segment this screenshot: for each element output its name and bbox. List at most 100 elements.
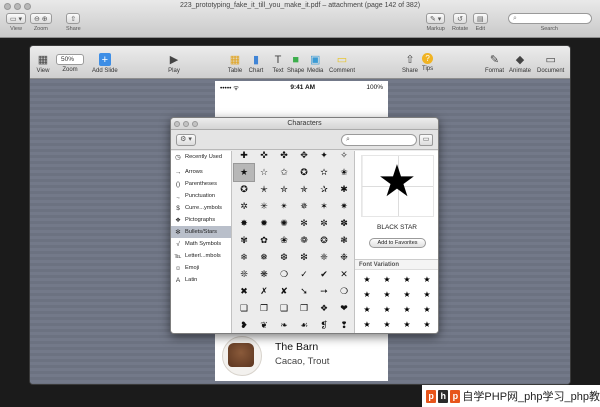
- category-item[interactable]: A Latin: [171, 274, 231, 286]
- kt-document-button[interactable]: ▭ Document: [537, 53, 564, 74]
- font-variation-glyph[interactable]: ★: [357, 302, 377, 317]
- glyph-cell[interactable]: ✰: [314, 181, 334, 198]
- glyph-cell[interactable]: ✦: [314, 147, 334, 164]
- glyph-cell[interactable]: ❦: [254, 317, 274, 333]
- glyph-cell[interactable]: ✾: [234, 232, 254, 249]
- glyph-cell[interactable]: ✗: [254, 283, 274, 300]
- glyph-cell[interactable]: ❂: [314, 232, 334, 249]
- glyph-cell[interactable]: ✖: [234, 283, 254, 300]
- preview-edit-button[interactable]: ▤ Edit: [473, 13, 488, 32]
- glyph-cell[interactable]: ❡: [314, 317, 334, 333]
- kt-text-button[interactable]: T Text: [270, 53, 286, 75]
- font-variation-glyph[interactable]: ★: [397, 272, 417, 287]
- glyph-cell[interactable]: ✺: [274, 215, 294, 232]
- font-variation-glyph[interactable]: ★: [377, 287, 397, 302]
- glyph-cell[interactable]: ✿: [254, 232, 274, 249]
- glyph-cell[interactable]: ✘: [274, 283, 294, 300]
- glyph-cell[interactable]: ❑: [274, 300, 294, 317]
- category-item[interactable]: ℡ Letterl...mbols: [171, 250, 231, 262]
- font-variation-glyph[interactable]: ★: [397, 317, 417, 332]
- glyph-cell[interactable]: ❥: [234, 317, 254, 333]
- font-variation-glyph[interactable]: ★: [397, 332, 417, 333]
- category-item[interactable]: ., Punctuation: [171, 190, 231, 202]
- category-item[interactable]: ◷ Recently Used: [171, 151, 231, 163]
- font-variation-glyph[interactable]: ★: [377, 317, 397, 332]
- glyph-cell[interactable]: ✭: [254, 181, 274, 198]
- font-variation-glyph[interactable]: ★: [417, 272, 437, 287]
- glyph-cell[interactable]: ❋: [254, 266, 274, 283]
- glyph-cell[interactable]: ☆: [254, 164, 274, 181]
- category-item[interactable]: → Arrows: [171, 166, 231, 178]
- kt-tips-button[interactable]: ? Tips: [422, 53, 433, 72]
- glyph-cell[interactable]: ✴: [274, 198, 294, 215]
- category-item[interactable]: $ Curre...ymbols: [171, 202, 231, 214]
- glyph-cell[interactable]: ❐: [254, 300, 274, 317]
- glyph-cell[interactable]: ★: [233, 163, 255, 182]
- glyph-cell[interactable]: ❤: [334, 300, 354, 317]
- kt-media-button[interactable]: ▣ Media: [307, 53, 323, 74]
- glyph-cell[interactable]: ✓: [294, 266, 314, 283]
- font-variation-glyph[interactable]: ★: [377, 302, 397, 317]
- glyph-cell[interactable]: ✩: [274, 164, 294, 181]
- glyph-cell[interactable]: ❖: [314, 300, 334, 317]
- glyph-cell[interactable]: ❆: [274, 249, 294, 266]
- glyph-cell[interactable]: ✵: [294, 198, 314, 215]
- glyph-cell[interactable]: ✜: [254, 147, 274, 164]
- font-variation-glyph[interactable]: ★: [417, 287, 437, 302]
- glyph-cell[interactable]: ❒: [294, 300, 314, 317]
- glyph-cell[interactable]: ❈: [314, 249, 334, 266]
- glyph-cell[interactable]: ✻: [294, 215, 314, 232]
- preview-zoom-control[interactable]: ⊖ ⊕ Zoom: [30, 13, 52, 32]
- glyph-cell[interactable]: ✹: [254, 215, 274, 232]
- glyph-cell[interactable]: ✬: [334, 164, 354, 181]
- glyph-cell[interactable]: ❄: [234, 249, 254, 266]
- glyph-cell[interactable]: ✔: [314, 266, 334, 283]
- kt-play-button[interactable]: ▶ Play: [166, 53, 182, 74]
- window-controls[interactable]: [174, 121, 198, 127]
- glyph-cell[interactable]: ❏: [234, 300, 254, 317]
- kt-comment-button[interactable]: ▭ Comment: [329, 53, 355, 74]
- restaurant-list-item[interactable]: The Barn Cacao, Trout: [215, 329, 388, 381]
- preview-share-button[interactable]: ⇧ Share: [66, 13, 81, 32]
- category-item[interactable]: ☺ Emoji: [171, 262, 231, 274]
- preview-view-button[interactable]: ▭ ▾ View: [6, 13, 27, 32]
- kt-animate-button[interactable]: ◆ Animate: [509, 53, 531, 74]
- glyph-cell[interactable]: ❊: [234, 266, 254, 283]
- preview-rotate-button[interactable]: ↺ Rotate: [452, 13, 468, 32]
- glyph-cell[interactable]: ✮: [274, 181, 294, 198]
- glyph-cell[interactable]: ✽: [334, 215, 354, 232]
- glyph-cell[interactable]: ✧: [334, 147, 354, 164]
- glyph-cell[interactable]: ❇: [294, 249, 314, 266]
- characters-title-bar[interactable]: Characters: [171, 118, 438, 130]
- glyph-cell[interactable]: ✷: [334, 198, 354, 215]
- glyph-cell[interactable]: ❀: [274, 232, 294, 249]
- category-item[interactable]: ✻ Bullets/Stars: [171, 226, 231, 238]
- glyph-cell[interactable]: ❅: [254, 249, 274, 266]
- glyph-cell[interactable]: ❍: [334, 283, 354, 300]
- font-variation-glyph[interactable]: ★: [417, 332, 437, 333]
- font-variation-glyph[interactable]: ★: [397, 302, 417, 317]
- font-variation-glyph[interactable]: ★: [377, 272, 397, 287]
- glyph-cell[interactable]: ✳: [254, 198, 274, 215]
- zoom-value[interactable]: 50%: [56, 54, 84, 65]
- category-item[interactable]: √ Math Symbols: [171, 238, 231, 250]
- glyph-cell[interactable]: ❍: [274, 266, 294, 283]
- category-item[interactable]: ❖ Pictographs: [171, 214, 231, 226]
- glyph-cell[interactable]: ✪: [234, 181, 254, 198]
- glyph-cell[interactable]: ✯: [294, 181, 314, 198]
- glyph-cell[interactable]: ❃: [334, 232, 354, 249]
- kt-share-button[interactable]: ⇧ Share: [402, 53, 418, 74]
- kt-chart-button[interactable]: ▮ Chart: [248, 53, 264, 74]
- characters-search-input[interactable]: ⌕: [341, 134, 417, 146]
- font-variation-glyph[interactable]: ★: [357, 317, 377, 332]
- glyph-cell[interactable]: ✫: [314, 164, 334, 181]
- glyph-cell[interactable]: ✕: [334, 266, 354, 283]
- kt-view-button[interactable]: ▦ View: [35, 53, 51, 74]
- gear-icon[interactable]: ⚙ ▾: [176, 134, 196, 146]
- kt-table-button[interactable]: ▦ Table: [227, 53, 243, 74]
- font-variation-glyph[interactable]: ★: [417, 302, 437, 317]
- glyph-cell[interactable]: ✪: [294, 164, 314, 181]
- glyph-cell[interactable]: ✲: [234, 198, 254, 215]
- kt-format-button[interactable]: ✎ Format: [485, 53, 504, 74]
- add-to-favorites-button[interactable]: Add to Favorites: [369, 238, 426, 248]
